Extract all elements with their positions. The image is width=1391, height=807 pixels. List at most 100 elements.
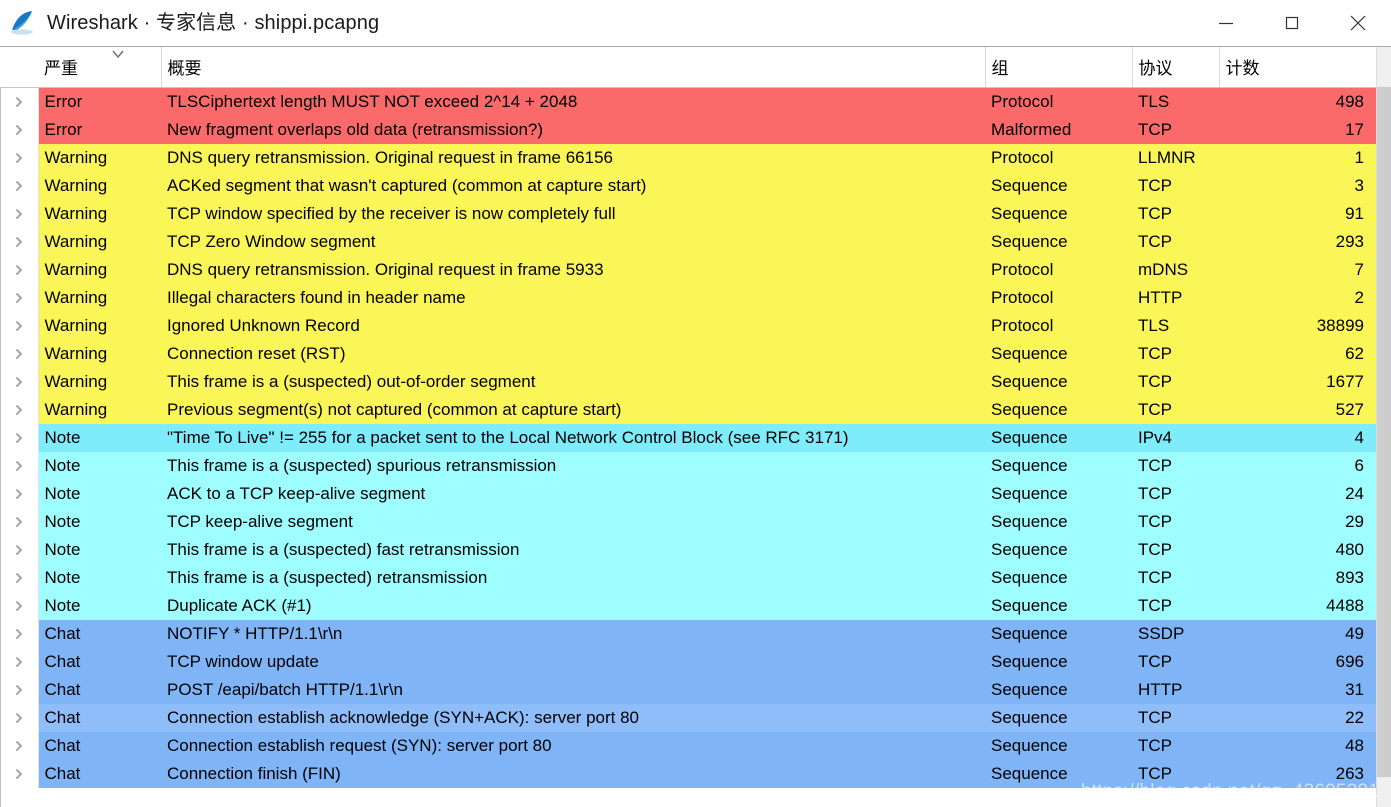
table-row[interactable]: Warning TCP Zero Window segment Sequence TC…	[0, 227, 1391, 256]
row-expander-button[interactable]	[0, 675, 39, 704]
row-expander-button[interactable]	[0, 507, 39, 536]
cell-protocol: TCP	[1132, 535, 1219, 564]
row-expander-button[interactable]	[0, 367, 39, 396]
cell-count: 696	[1219, 647, 1376, 676]
close-button[interactable]	[1325, 0, 1391, 46]
cell-summary: DNS query retransmission. Original reque…	[161, 255, 985, 284]
cell-count: 2	[1219, 283, 1376, 312]
row-expander-button[interactable]	[0, 703, 39, 732]
table-row[interactable]: Note This frame is a (suspected) spurious…	[0, 451, 1391, 480]
table-row[interactable]: Note TCP keep-alive segment Sequence TCP 29	[0, 507, 1391, 536]
cell-summary: Ignored Unknown Record	[161, 311, 985, 340]
chevron-right-icon	[12, 512, 26, 531]
chevron-right-icon	[12, 92, 26, 111]
vertical-scrollbar[interactable]	[1376, 47, 1391, 807]
cell-group: Sequence	[985, 563, 1132, 592]
table-row[interactable]: Chat Connection finish (FIN) Sequence TCP 26…	[0, 759, 1391, 788]
table-header: 严重 概要 组 协议 计数	[0, 47, 1391, 88]
cell-group: Sequence	[985, 703, 1132, 732]
table-row[interactable]: Warning ACKed segment that wasn't capture…	[0, 171, 1391, 200]
table-row[interactable]: Warning Previous segment(s) not captured …	[0, 395, 1391, 424]
row-expander-button[interactable]	[0, 563, 39, 592]
table-row[interactable]: Warning Ignored Unknown Record Protocol TLS…	[0, 311, 1391, 340]
cell-severity: Error	[38, 87, 161, 116]
table-row[interactable]: Note This frame is a (suspected) fast ret…	[0, 535, 1391, 564]
row-expander-button[interactable]	[0, 199, 39, 228]
cell-severity: Warning	[38, 199, 161, 228]
cell-protocol: HTTP	[1132, 283, 1219, 312]
cell-group: Sequence	[985, 535, 1132, 564]
cell-summary: ACKed segment that wasn't captured (comm…	[161, 171, 985, 200]
row-expander-button[interactable]	[0, 731, 39, 760]
wireshark-shark-fin-icon	[9, 9, 37, 37]
table-row[interactable]: Error New fragment overlaps old data (ret…	[0, 115, 1391, 144]
table-row[interactable]: Warning Connection reset (RST) Sequence TCP…	[0, 339, 1391, 368]
row-expander-button[interactable]	[0, 311, 39, 340]
row-expander-button[interactable]	[0, 479, 39, 508]
column-header-summary-label: 概要	[167, 59, 202, 79]
column-header-summary[interactable]: 概要	[161, 47, 986, 88]
row-expander-button[interactable]	[0, 143, 39, 172]
column-header-group[interactable]: 组	[985, 47, 1133, 88]
cell-protocol: TCP	[1132, 759, 1219, 788]
table-row[interactable]: Note ACK to a TCP keep-alive segment Seque…	[0, 479, 1391, 508]
row-expander-button[interactable]	[0, 535, 39, 564]
column-header-expander	[0, 47, 38, 88]
chevron-right-icon	[12, 708, 26, 727]
table-row[interactable]: Warning This frame is a (suspected) out-o…	[0, 367, 1391, 396]
cell-protocol: TLS	[1132, 311, 1219, 340]
row-expander-button[interactable]	[0, 283, 39, 312]
row-expander-button[interactable]	[0, 591, 39, 620]
row-expander-button[interactable]	[0, 339, 39, 368]
table-row[interactable]: Note "Time To Live" != 255 for a packet s…	[0, 423, 1391, 452]
column-header-severity[interactable]: 严重	[38, 47, 162, 88]
row-expander-button[interactable]	[0, 87, 39, 116]
row-expander-button[interactable]	[0, 115, 39, 144]
cell-protocol: IPv4	[1132, 423, 1219, 452]
cell-group: Sequence	[985, 395, 1132, 424]
table-row[interactable]: Error TLSCiphertext length MUST NOT excee…	[0, 87, 1391, 116]
row-expander-button[interactable]	[0, 451, 39, 480]
chevron-right-icon	[12, 624, 26, 643]
cell-severity: Note	[38, 591, 161, 620]
chevron-right-icon	[12, 372, 26, 391]
chevron-right-icon	[12, 176, 26, 195]
table-row[interactable]: Chat NOTIFY * HTTP/1.1\r\n Sequence SSDP 49	[0, 619, 1391, 648]
row-expander-button[interactable]	[0, 395, 39, 424]
table-row[interactable]: Warning TCP window specified by the recei…	[0, 199, 1391, 228]
row-expander-button[interactable]	[0, 171, 39, 200]
minimize-button[interactable]	[1193, 0, 1259, 46]
table-row[interactable]: Chat Connection establish request (SYN): …	[0, 731, 1391, 760]
column-header-count[interactable]: 计数	[1219, 47, 1377, 88]
cell-summary: Connection finish (FIN)	[161, 759, 985, 788]
cell-count: 3	[1219, 171, 1376, 200]
vertical-scrollbar-thumb[interactable]	[1377, 87, 1391, 777]
cell-group: Sequence	[985, 507, 1132, 536]
cell-count: 498	[1219, 87, 1376, 116]
row-expander-button[interactable]	[0, 759, 39, 788]
row-expander-button[interactable]	[0, 647, 39, 676]
table-row[interactable]: Note This frame is a (suspected) retransm…	[0, 563, 1391, 592]
cell-protocol: TCP	[1132, 591, 1219, 620]
chevron-right-icon	[12, 344, 26, 363]
row-expander-button[interactable]	[0, 255, 39, 284]
table-row[interactable]: Chat POST /eapi/batch HTTP/1.1\r\n Sequenc…	[0, 675, 1391, 704]
cell-summary: Connection establish request (SYN): serv…	[161, 731, 985, 760]
column-header-protocol[interactable]: 协议	[1132, 47, 1220, 88]
row-expander-button[interactable]	[0, 227, 39, 256]
maximize-button[interactable]	[1259, 0, 1325, 46]
cell-count: 91	[1219, 199, 1376, 228]
cell-count: 38899	[1219, 311, 1376, 340]
cell-summary: Connection reset (RST)	[161, 339, 985, 368]
table-row[interactable]: Note Duplicate ACK (#1) Sequence TCP 4488	[0, 591, 1391, 620]
row-expander-button[interactable]	[0, 619, 39, 648]
expert-information-table-wrapper: 严重 概要 组 协议 计数 Error TLSCiphertext length…	[0, 46, 1391, 807]
table-row[interactable]: Warning Illegal characters found in heade…	[0, 283, 1391, 312]
row-expander-button[interactable]	[0, 423, 39, 452]
table-row[interactable]: Warning DNS query retransmission. Origina…	[0, 143, 1391, 172]
close-icon	[1350, 15, 1366, 31]
table-row[interactable]: Warning DNS query retransmission. Origina…	[0, 255, 1391, 284]
table-row[interactable]: Chat TCP window update Sequence TCP 696	[0, 647, 1391, 676]
cell-count: 62	[1219, 339, 1376, 368]
table-row[interactable]: Chat Connection establish acknowledge (SY…	[0, 703, 1391, 732]
